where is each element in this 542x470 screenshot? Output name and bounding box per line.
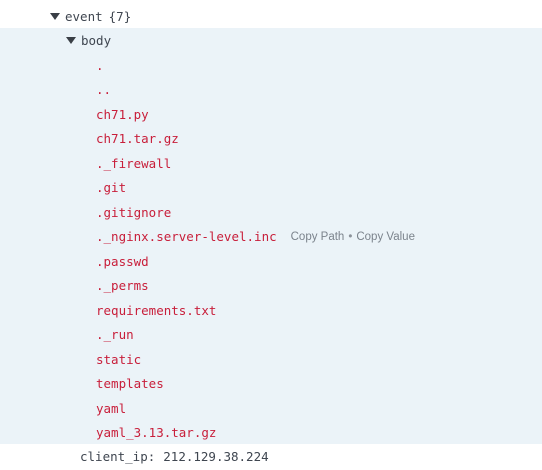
- list-item[interactable]: .gitignore: [96, 200, 542, 224]
- copy-path-button[interactable]: Copy Path: [291, 231, 345, 243]
- list-item[interactable]: ._firewall: [96, 151, 542, 175]
- collapse-caret-icon[interactable]: [66, 36, 76, 44]
- list-item[interactable]: yaml: [96, 396, 542, 420]
- list-item[interactable]: ._perms: [96, 274, 542, 298]
- list-item-value: ch71.py: [96, 106, 149, 122]
- list-item[interactable]: static: [96, 347, 542, 371]
- list-item-value: ._firewall: [96, 155, 172, 171]
- node-key: body: [81, 32, 112, 48]
- list-item-value: yaml_3.13.tar.gz: [96, 425, 217, 440]
- hover-actions: Copy Path • Copy Value: [291, 231, 415, 243]
- list-item-value: ch71.tar.gz: [96, 131, 179, 146]
- list-item-value: .gitignore: [96, 204, 172, 220]
- list-item-value: ._run: [96, 327, 134, 342]
- list-item[interactable]: .git: [96, 176, 542, 200]
- list-item-value: static: [96, 351, 142, 367]
- list-item[interactable]: requirements.txt: [96, 298, 542, 322]
- collapse-caret-icon[interactable]: [50, 12, 60, 20]
- tree-node-body[interactable]: body: [66, 28, 542, 52]
- node-count: {7}: [108, 8, 132, 24]
- list-item[interactable]: ch71.py: [96, 102, 542, 126]
- list-item-value: ._perms: [96, 278, 149, 293]
- list-item-value: yaml: [96, 400, 127, 416]
- list-item-value: requirements.txt: [96, 302, 217, 318]
- list-item[interactable]: templates: [96, 372, 542, 396]
- list-item[interactable]: ._nginx.server-level.inc Copy Path • Copy V…: [96, 225, 542, 249]
- list-item[interactable]: ._run: [96, 323, 542, 347]
- list-item[interactable]: ..: [96, 78, 542, 102]
- client-ip-key: client_ip:: [80, 448, 156, 464]
- list-item[interactable]: ch71.tar.gz: [96, 127, 542, 151]
- copy-value-button[interactable]: Copy Value: [356, 231, 415, 243]
- list-item-value: templates: [96, 376, 164, 391]
- separator-dot: •: [348, 230, 353, 243]
- list-item[interactable]: yaml_3.13.tar.gz: [96, 421, 542, 445]
- list-item-value: .: [96, 57, 104, 73]
- list-item-value: .git: [96, 180, 127, 195]
- list-item[interactable]: .passwd: [96, 249, 542, 273]
- tree-node-event[interactable]: event {7}: [50, 4, 542, 28]
- tree-node-client-ip[interactable]: client_ip: 212.129.38.224: [80, 444, 542, 468]
- list-item-value: ._nginx.server-level.inc: [96, 229, 277, 244]
- list-item-value: .passwd: [96, 253, 149, 269]
- list-item[interactable]: .: [96, 53, 542, 77]
- client-ip-value[interactable]: 212.129.38.224: [163, 449, 268, 464]
- node-key: event: [65, 8, 103, 24]
- list-item-value: ..: [96, 82, 112, 97]
